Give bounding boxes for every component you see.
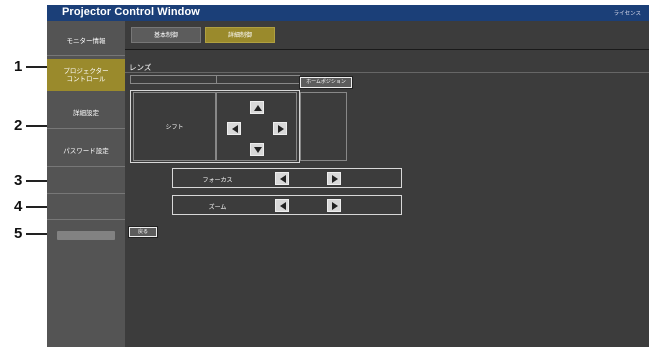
shift-right-button[interactable] (273, 122, 287, 135)
focus-left-button[interactable] (275, 172, 289, 185)
callout-5: 5 (14, 225, 23, 242)
sidebar-item-label-line2: コントロール (66, 75, 106, 83)
shift-up-button[interactable] (250, 101, 264, 114)
callout-3: 3 (14, 172, 23, 189)
arrow-left-icon (232, 125, 238, 133)
arrow-down-icon (254, 147, 262, 153)
tab-divider (125, 49, 649, 50)
tab-basic-control[interactable]: 基本制御 (131, 27, 201, 43)
sidebar-item-label: モニター情報 (66, 37, 106, 45)
sidebar: モニター情報 プロジェクター コントロール 詳細設定 パスワード設定 (47, 21, 125, 347)
zoom-right-button[interactable] (327, 199, 341, 212)
arrow-right-icon (278, 125, 284, 133)
callout-4: 4 (14, 198, 23, 215)
license-link[interactable]: ライセンス (614, 9, 641, 17)
arrow-up-icon (254, 105, 262, 111)
main-content: 基本制御 詳細制御 レンズ シフト フォーカス ズーム (125, 21, 649, 347)
shift-label: シフト (165, 124, 184, 131)
sidebar-item-detailed-settings[interactable]: 詳細設定 (47, 105, 125, 121)
arrow-left-icon (280, 175, 286, 183)
sidebar-divider (47, 166, 125, 167)
callout-2: 2 (14, 117, 23, 134)
sidebar-blank-button[interactable] (57, 231, 115, 240)
sidebar-divider (47, 55, 125, 56)
sidebar-divider (47, 219, 125, 220)
lens-header-cell-right (216, 75, 300, 84)
sidebar-item-password-settings[interactable]: パスワード設定 (47, 143, 125, 159)
focus-right-button[interactable] (327, 172, 341, 185)
window-title: Projector Control Window (62, 6, 200, 18)
arrow-right-icon (332, 202, 338, 210)
sidebar-item-projector-control[interactable]: プロジェクター コントロール (47, 59, 125, 91)
sidebar-item-monitor-info[interactable]: モニター情報 (47, 33, 125, 49)
sidebar-item-label: パスワード設定 (63, 147, 109, 155)
lens-header-cell-left (130, 75, 217, 84)
arrow-left-icon (280, 202, 286, 210)
zoom-left-button[interactable] (275, 199, 289, 212)
sidebar-divider (47, 128, 125, 129)
sidebar-item-label-line1: プロジェクター (63, 67, 109, 75)
projector-control-window: Projector Control Window ライセンス モニター情報 プロ… (47, 5, 649, 347)
shift-down-button[interactable] (250, 143, 264, 156)
sidebar-divider (47, 193, 125, 194)
tab-detail-control[interactable]: 詳細制御 (205, 27, 275, 43)
focus-label: フォーカス (202, 177, 233, 184)
sidebar-item-label: 詳細設定 (73, 109, 99, 117)
title-bar: Projector Control Window ライセンス (47, 5, 649, 21)
shift-extra-cell (300, 92, 347, 161)
callout-1: 1 (14, 58, 23, 75)
home-position-button[interactable]: ホームポジション (299, 76, 353, 89)
zoom-label: ズーム (208, 204, 227, 211)
back-button[interactable]: 戻る (128, 226, 158, 238)
shift-left-button[interactable] (227, 122, 241, 135)
arrow-right-icon (332, 175, 338, 183)
section-divider (125, 72, 649, 73)
